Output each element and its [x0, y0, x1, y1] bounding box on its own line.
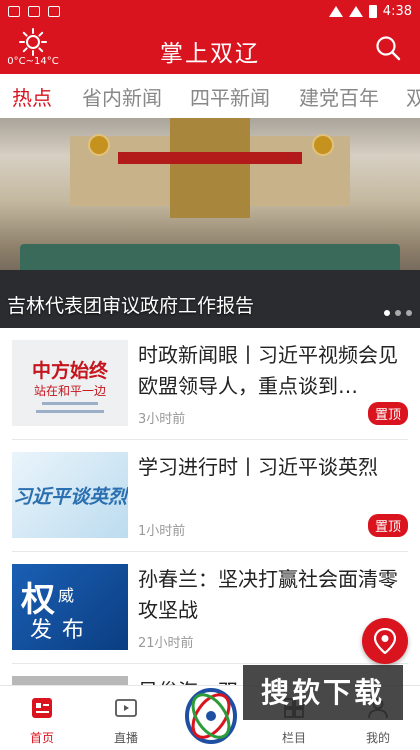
home-icon: [32, 698, 52, 718]
tab-party-centennial[interactable]: 建党百年: [299, 82, 379, 111]
news-time: 21小时前: [138, 636, 194, 651]
hero-image-banner: [118, 152, 302, 164]
status-time: 4:38: [382, 3, 412, 19]
news-item[interactable]: 习近平谈英烈 学习进行时丨习近平谈英烈 1小时前 置顶: [12, 440, 408, 552]
news-title: 时政新闻眼丨习近平视频会见欧盟领导人，重点谈到…: [138, 343, 398, 398]
carousel-indicator: [384, 310, 412, 316]
hero-carousel[interactable]: 吉林代表团审议政府工作报告: [0, 118, 420, 328]
page-title: 掌上双辽: [160, 41, 260, 67]
news-title: 学习进行时丨习近平谈英烈: [138, 455, 378, 479]
news-time: 1小时前: [138, 524, 186, 539]
nav-label: 首页: [29, 731, 54, 745]
center-logo[interactable]: [182, 686, 240, 746]
emblem-icon: [312, 134, 334, 156]
news-item[interactable]: 中方始终 站在和平一边 时政新闻眼丨习近平视频会见欧盟领导人，重点谈到… 3小时…: [12, 328, 408, 440]
watermark: 搜软下载: [243, 665, 403, 720]
carousel-dot[interactable]: [384, 310, 390, 316]
thumbnail-text: 威: [57, 586, 74, 605]
news-thumbnail: 中方始终 站在和平一边: [12, 340, 128, 426]
news-title: 孙春兰：坚决打赢社会面清零攻坚战: [138, 567, 398, 622]
hero-caption: 吉林代表团审议政府工作报告: [7, 295, 255, 317]
thumbnail-text: 布: [61, 618, 84, 643]
tab-siping-news[interactable]: 四平新闻: [190, 82, 270, 111]
news-thumbnail: 习近平谈英烈: [12, 452, 128, 538]
pinned-badge: 置顶: [367, 402, 408, 425]
hero-image-curtain: [170, 118, 250, 218]
cellular-icon: [348, 5, 363, 17]
thumbnail-text: 发: [29, 618, 52, 643]
app-header: 0°C~14°C 掌上双辽: [0, 22, 420, 74]
nav-label: 我的: [365, 731, 390, 745]
search-button[interactable]: [374, 34, 402, 62]
location-pin-icon: [374, 628, 396, 654]
carousel-dot[interactable]: [395, 310, 401, 316]
tab-province-news[interactable]: 省内新闻: [82, 82, 162, 111]
tab-hot[interactable]: 热点: [12, 82, 52, 111]
tab-shuangliao[interactable]: 双: [406, 82, 420, 111]
nav-home[interactable]: 首页: [12, 696, 72, 746]
app-logo-icon: [185, 688, 237, 744]
nav-live[interactable]: 直播: [96, 696, 156, 746]
live-icon: [115, 699, 137, 717]
battery-icon: [368, 4, 377, 18]
signal-icon: [328, 5, 343, 17]
news-time: 3小时前: [138, 412, 186, 427]
nav-label: 栏目: [281, 731, 306, 745]
notification-icon: [48, 5, 60, 17]
pinned-badge: 置顶: [367, 514, 408, 537]
thumbnail-text: 站在和平一边: [33, 384, 106, 398]
location-button[interactable]: [362, 618, 408, 664]
nav-label: 直播: [113, 731, 138, 745]
search-icon: [376, 36, 401, 61]
notification-icon: [28, 5, 40, 17]
notification-icon: [8, 5, 20, 17]
thumbnail-text: 中方始终: [31, 360, 108, 382]
emblem-icon: [88, 134, 110, 156]
status-bar: 4:38: [0, 0, 420, 22]
news-thumbnail: 权 威 发 布: [12, 564, 128, 650]
thumbnail-text: 习近平谈英烈: [12, 486, 127, 508]
category-tabs: 热点 省内新闻 四平新闻 建党百年 双: [0, 74, 420, 118]
news-item[interactable]: 权 威 发 布 孙春兰：坚决打赢社会面清零攻坚战 21小时前: [12, 552, 408, 664]
notification-icons: [8, 5, 60, 17]
carousel-dot[interactable]: [406, 310, 412, 316]
